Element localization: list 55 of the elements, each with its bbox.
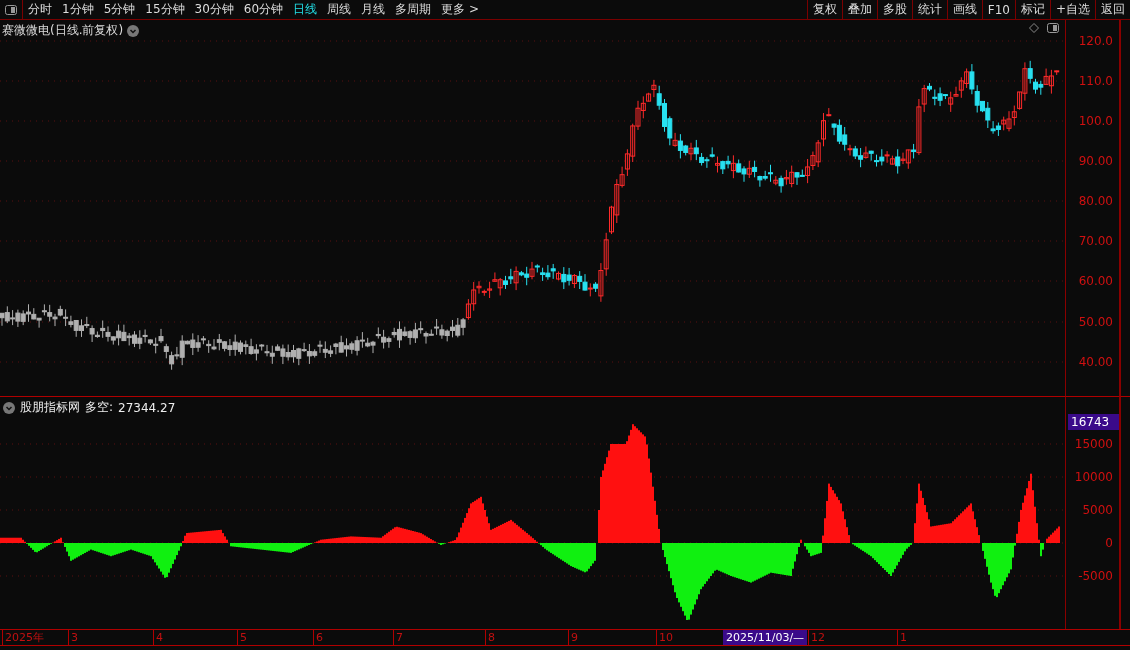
axis-label: 110.0 xyxy=(1078,74,1113,88)
cursor-date-label: 2025/11/03/— xyxy=(723,630,808,645)
date-label: 3 xyxy=(68,630,78,645)
axis-label: 0 xyxy=(1105,536,1113,550)
toolbar-button[interactable]: 标记 xyxy=(1014,0,1050,19)
toolbar-button[interactable]: 返回 xyxy=(1095,0,1130,19)
date-label: 4 xyxy=(153,630,163,645)
period-tab[interactable]: 周线 xyxy=(322,0,357,19)
dropdown-icon[interactable] xyxy=(3,401,15,414)
date-label: 2025年 xyxy=(2,630,44,645)
toolbar-button[interactable]: F10 xyxy=(981,0,1015,19)
date-label: 6 xyxy=(313,630,323,645)
chart-title: 赛微微电(日线.前复权) xyxy=(2,22,124,39)
axis-label: 90.00 xyxy=(1078,154,1113,168)
current-value-badge: 16743 xyxy=(1068,414,1119,430)
toolbar-button[interactable]: 统计 xyxy=(911,0,947,19)
panel-toggle-icon[interactable] xyxy=(5,4,17,15)
axis-label: -5000 xyxy=(1078,569,1113,583)
date-label: 8 xyxy=(485,630,495,645)
axis-label: 5000 xyxy=(1082,503,1113,517)
axis-label: 15000 xyxy=(1074,437,1113,451)
axis-label: 100.0 xyxy=(1078,114,1113,128)
axis-label: 70.00 xyxy=(1078,234,1113,248)
toolbar-button[interactable]: 多股 xyxy=(876,0,912,19)
axis-label: 40.00 xyxy=(1078,355,1113,369)
period-tab[interactable]: 更多 > xyxy=(436,0,484,19)
indicator-name: 股朋指标网 xyxy=(20,399,80,416)
date-label: 5 xyxy=(237,630,247,645)
axis-label: 10000 xyxy=(1074,470,1113,484)
period-tab[interactable]: 多周期 xyxy=(390,0,437,19)
date-label: 9 xyxy=(568,630,578,645)
period-tab[interactable]: 月线 xyxy=(356,0,391,19)
period-tab[interactable]: 15分钟 xyxy=(140,0,190,19)
toolbar-button[interactable]: 画线 xyxy=(946,0,982,19)
period-tab[interactable]: 5分钟 xyxy=(98,0,141,19)
date-label: 1 xyxy=(897,630,907,645)
axis-label: 120.0 xyxy=(1078,34,1113,48)
date-label: 12 xyxy=(808,630,825,645)
period-tab[interactable]: 60分钟 xyxy=(238,0,289,19)
axis-label: 50.00 xyxy=(1078,315,1113,329)
panel-toggle-icon[interactable] xyxy=(1047,23,1059,33)
period-tab[interactable]: 30分钟 xyxy=(189,0,239,19)
dropdown-icon[interactable] xyxy=(127,24,140,37)
toolbar-button[interactable]: 复权 xyxy=(806,0,842,19)
toolbar-button[interactable]: 叠加 xyxy=(841,0,877,19)
period-tab[interactable]: 1分钟 xyxy=(57,0,99,19)
indicator-label: 多空: xyxy=(85,399,114,416)
axis-label: 60.00 xyxy=(1078,274,1113,288)
period-tab[interactable]: 分时 xyxy=(23,0,57,19)
date-label: 7 xyxy=(393,630,403,645)
indicator-value: 27344.27 xyxy=(118,400,176,415)
date-label: 10 xyxy=(656,630,673,645)
axis-label: 80.00 xyxy=(1078,194,1113,208)
period-tab[interactable]: 日线 xyxy=(288,0,323,19)
toolbar-button[interactable]: +自选 xyxy=(1049,0,1095,19)
